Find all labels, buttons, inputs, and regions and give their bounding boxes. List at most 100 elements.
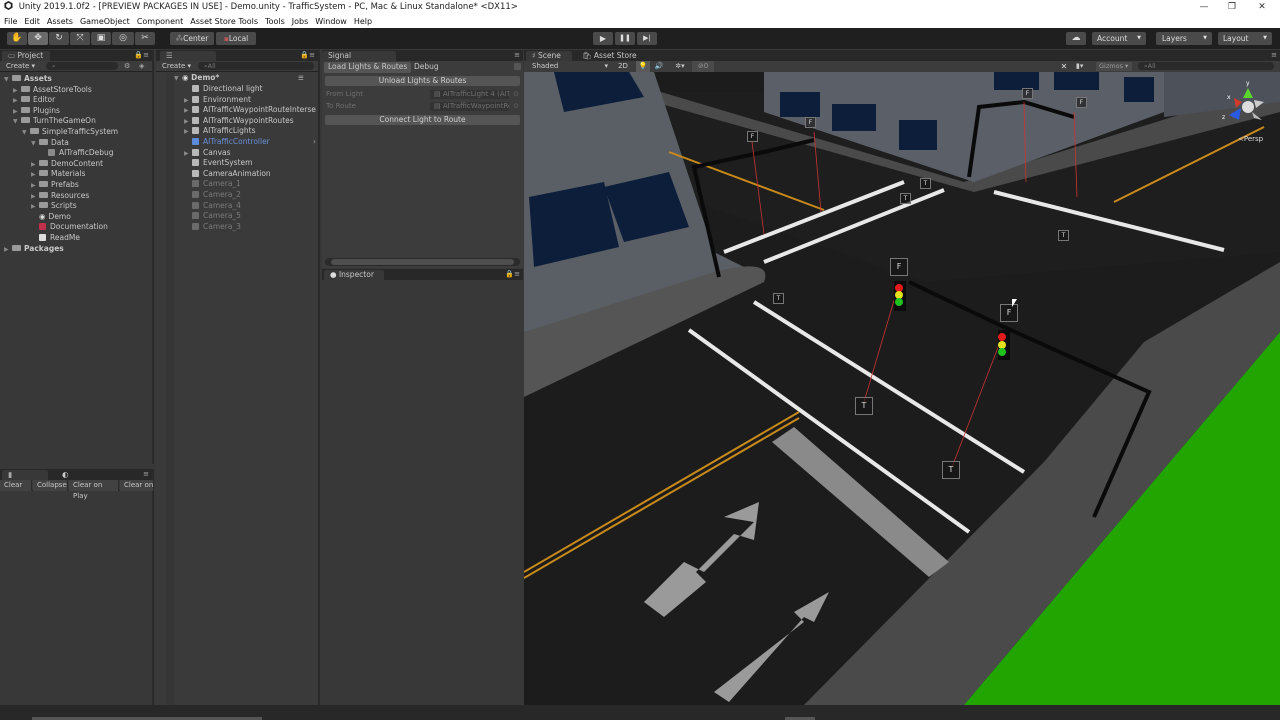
audio-toggle[interactable]: 🔊 [652,61,666,72]
pause-button[interactable]: ❚❚ [615,32,635,45]
to-marker[interactable]: T [855,397,873,415]
axis-x-cone[interactable] [1234,98,1242,108]
panel-menu-icon[interactable]: 🔒≡ [300,50,315,60]
menu-jobs[interactable]: Jobs [288,15,312,28]
chevron-right-icon[interactable]: › [313,137,316,148]
expand-arrow-icon[interactable]: ▶ [184,117,192,127]
project-item[interactable]: AITrafficDebug [40,148,114,159]
pivot-local-toggle[interactable]: ▪Local [216,32,256,45]
scene-orientation-gizmo[interactable]: y x z <Persp [1222,80,1274,150]
project-item[interactable]: ▶ AssetStoreTools [13,85,92,96]
to-marker[interactable]: T [920,178,931,189]
expand-arrow-icon[interactable]: ▼ [31,139,39,150]
panel-menu-icon[interactable]: 🔒≡ [134,50,149,60]
rect-tool-button[interactable]: ▣ [91,32,111,45]
collapse-toggle[interactable]: Collapse [33,480,68,491]
filter-label-icon[interactable]: ◈ [139,61,144,71]
close-button[interactable]: ✕ [1246,0,1278,15]
to-route-object-field[interactable]: ▤ AITrafficWaypointRo [430,102,509,111]
project-item[interactable]: ▶ Editor [13,95,55,106]
move-tool-button[interactable]: ✥ [28,32,48,45]
project-item[interactable]: ▼ TurnTheGameOn [13,116,96,127]
menu-tools[interactable]: Tools [261,15,288,28]
filter-type-icon[interactable]: ⚙ [124,61,130,71]
hierarchy-item[interactable]: Camera_3 [184,222,318,233]
tab-console[interactable]: ▮ Console [2,470,48,489]
account-dropdown[interactable]: Account ▼ [1092,32,1146,45]
project-item[interactable]: ◉ Demo [31,212,71,223]
create-dropdown[interactable]: Create ▾ [162,61,191,71]
to-marker[interactable]: T [1058,230,1069,241]
object-picker-icon[interactable]: ⊙ [513,89,519,100]
from-marker[interactable]: F [747,131,758,142]
hierarchy-item[interactable]: Camera_4 [184,201,318,212]
panel-menu-icon[interactable]: 🔒≡ [505,269,520,279]
menu-component[interactable]: Component [133,15,186,28]
project-item[interactable]: ▶ Packages [4,244,64,255]
menu-file[interactable]: File [0,15,20,28]
panel-menu-icon[interactable]: ≡ [143,469,149,479]
pivot-center-toggle[interactable]: ⁂Center [170,32,214,45]
unload-lights-routes-button[interactable]: Unload Lights & Routes [325,76,520,86]
tools-toggle[interactable]: ✕ [1058,61,1070,72]
project-item[interactable]: ReadMe [31,233,80,244]
axis-z-cone[interactable] [1229,108,1241,120]
hierarchy-item[interactable]: AITrafficController › [184,137,318,148]
panel-menu-icon[interactable]: ≡ [514,50,520,60]
hierarchy-item[interactable]: ▶ Canvas [184,148,318,159]
project-search-input[interactable]: ⌕ [46,62,118,70]
hierarchy-item[interactable]: EventSystem [184,158,318,169]
tab-hierarchy[interactable]: ☰ Hierarchy [160,51,216,70]
step-button[interactable]: ▶| [637,32,657,45]
camera-settings-dropdown[interactable]: ▮▾ [1076,61,1096,72]
hierarchy-item[interactable]: Camera_5 [184,211,318,222]
panel-menu-icon[interactable]: ≡ [1271,50,1277,60]
tab-asset-store[interactable]: 🛍 Asset Store [576,51,646,61]
scene-view[interactable]: FFFFFFTTTTTT y x z <Persp [524,72,1280,705]
tab-inspector[interactable]: ● Inspector [324,270,384,280]
expand-arrow-icon[interactable]: ▶ [4,245,12,256]
expand-arrow-icon[interactable]: ▶ [184,106,192,116]
from-marker[interactable]: F [805,117,816,128]
to-marker[interactable]: T [900,193,911,204]
menu-gameobject[interactable]: GameObject [76,15,133,28]
subtab-debug[interactable]: Debug [410,62,443,73]
to-marker[interactable]: T [773,293,784,304]
hierarchy-item[interactable]: Directional light [184,84,318,95]
transform-tool-button[interactable]: ◎ [112,32,134,45]
hierarchy-item[interactable]: ▶ AITrafficWaypointRoutes [184,116,318,127]
hierarchy-item[interactable]: Camera_1 [184,179,318,190]
hierarchy-search-input[interactable]: ⌕All [198,62,314,70]
connect-light-to-route-button[interactable]: Connect Light to Route [325,115,520,125]
maximize-button[interactable]: ❐ [1216,0,1248,15]
menu-help[interactable]: Help [350,15,375,28]
project-item[interactable]: ▶ Materials [31,169,85,180]
custom-tool-button[interactable]: ✂ [135,32,155,45]
from-light-object-field[interactable]: ▤ AITrafficLight 4 (AIT [430,90,509,99]
expand-arrow-icon[interactable]: ▼ [4,75,12,86]
subtab-load-lights-routes[interactable]: Load Lights & Routes [324,62,412,73]
shading-mode-dropdown[interactable]: Shaded ▾ [526,62,610,71]
project-item[interactable]: ▶ Plugins [13,106,60,117]
expand-arrow-icon[interactable]: ▼ [174,74,182,85]
tab-scene[interactable]: ♯ Scene [526,51,572,61]
object-picker-icon[interactable]: ⊙ [513,101,519,112]
debug-checkbox[interactable] [514,63,521,70]
scrollbar-thumb[interactable] [331,259,514,265]
project-item[interactable]: ▶ Prefabs [31,180,79,191]
center-cube[interactable] [1242,101,1254,113]
axis-y-cone[interactable] [1243,88,1253,98]
menu-assets[interactable]: Assets [43,15,76,28]
tab-project[interactable]: ▭ Project [2,51,50,61]
expand-arrow-icon[interactable]: ▼ [22,128,30,139]
2d-toggle[interactable]: 2D [612,62,634,71]
hierarchy-item[interactable]: Camera_2 [184,190,318,201]
create-dropdown[interactable]: Create ▾ [6,61,35,71]
hidden-objects-toggle[interactable]: ⊘0 [692,61,714,72]
scene-menu-icon[interactable]: ≡ [298,73,304,84]
gizmos-dropdown[interactable]: Gizmos ▾ [1096,62,1132,71]
hand-tool-button[interactable]: ✋ [7,32,27,45]
scale-tool-button[interactable]: ⤧ [70,32,90,45]
project-item[interactable]: ▶ Scripts [31,201,77,212]
expand-arrow-icon[interactable]: ▶ [184,96,192,106]
